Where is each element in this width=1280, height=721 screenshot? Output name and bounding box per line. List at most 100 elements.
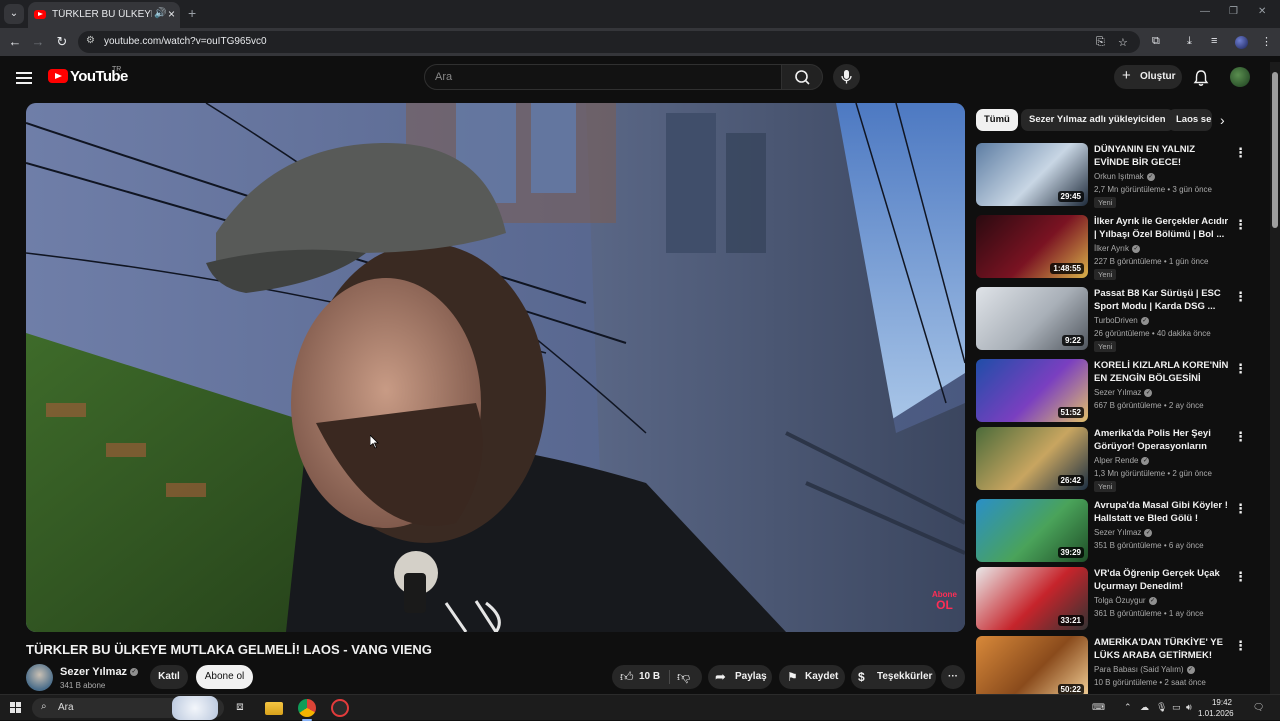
scrollbar-thumb[interactable] — [1272, 72, 1278, 228]
save-button[interactable]: ⚑ Kaydet — [779, 665, 845, 689]
voice-search-button[interactable] — [833, 64, 860, 90]
video-thumbnail[interactable]: 1:48:55 — [976, 215, 1088, 278]
battery-icon[interactable]: ▭ — [1172, 702, 1181, 713]
join-button[interactable]: Katıl — [150, 665, 188, 689]
file-explorer-icon[interactable] — [265, 702, 283, 715]
account-avatar[interactable] — [1230, 67, 1250, 87]
youtube-logo-icon[interactable] — [48, 69, 68, 83]
recommendation-channel[interactable]: Sezer Yılmaz ✓ — [1094, 528, 1153, 537]
recommendation-title[interactable]: Passat B8 Kar Sürüşü | ESC Sport Modu | … — [1094, 287, 1232, 313]
recommendation-channel[interactable]: Alper Rende ✓ — [1094, 456, 1150, 465]
recommendation-channel[interactable]: Sezer Yılmaz ✓ — [1094, 388, 1153, 397]
video-thumbnail[interactable]: 26:42 — [976, 427, 1088, 490]
speaker-icon[interactable]: 🔊 — [154, 8, 166, 19]
recommendation-item[interactable]: 9:22 Passat B8 Kar Sürüşü | ESC Sport Mod… — [976, 287, 1266, 353]
more-vertical-icon[interactable]: ⋮ — [1234, 638, 1247, 654]
close-tab-icon[interactable]: × — [168, 7, 175, 21]
address-bar[interactable]: ⚙ youtube.com/watch?v=ouITG965vc0 ⎘ ☆ — [78, 31, 1140, 53]
more-vertical-icon[interactable]: ⋮ — [1234, 145, 1247, 161]
volume-icon[interactable]: 🔊︎ — [1186, 702, 1192, 713]
profile-avatar[interactable] — [1235, 36, 1248, 49]
close-window-icon[interactable]: ✕ — [1258, 6, 1266, 17]
chip-all[interactable]: Tümü — [976, 109, 1018, 131]
new-tab-button[interactable]: + — [188, 5, 196, 21]
chip-from-uploader[interactable]: Sezer Yılmaz adlı yükleyiciden — [1021, 109, 1174, 131]
browser-tab[interactable]: TÜRKLER BU ÜLKEYE MUTL 🔊 × — [28, 2, 180, 28]
recommendation-channel[interactable]: Para Babası (Said Yalım) ✓ — [1094, 665, 1195, 674]
recommendation-title[interactable]: İlker Ayrık ile Gerçekler Acıdır | Yılba… — [1094, 215, 1232, 241]
more-vertical-icon[interactable]: ⋮ — [1234, 569, 1247, 585]
more-actions-button[interactable]: ··· — [941, 665, 965, 689]
more-vertical-icon[interactable]: ⋮ — [1234, 361, 1247, 377]
share-button[interactable]: ➦ Paylaş — [708, 665, 772, 689]
recommendation-title[interactable]: Avrupa'da Masal Gibi Köyler ! Hallstatt … — [1094, 499, 1232, 525]
recommendation-item[interactable]: 51:52 KORELİ KIZLARLA KORE'NİN EN ZENGİN … — [976, 359, 1266, 425]
notification-center-icon[interactable]: 🗨︎ — [1253, 702, 1264, 713]
more-vertical-icon[interactable]: ⋮ — [1234, 501, 1247, 517]
recommendation-title[interactable]: KORELİ KIZLARLA KORE'NİN EN ZENGİN BÖLGE… — [1094, 359, 1232, 385]
search-input[interactable]: Ara — [424, 64, 782, 90]
recommendation-item[interactable]: 26:42 Amerika'da Polis Her Şeyi Görüyor! … — [976, 427, 1266, 493]
channel-avatar[interactable] — [26, 664, 53, 691]
recommendation-item[interactable]: 39:29 Avrupa'da Masal Gibi Köyler ! Halls… — [976, 499, 1266, 565]
maximize-icon[interactable]: ❐ — [1229, 6, 1238, 17]
browser-menu-icon[interactable]: ⋮ — [1261, 35, 1272, 48]
recommendation-title[interactable]: VR'da Öğrenip Gerçek Uçak Uçurmayı Dened… — [1094, 567, 1232, 593]
mic-tray-icon[interactable]: 🎙︎ — [1156, 702, 1167, 713]
downloads-icon[interactable]: ⤓ — [1187, 35, 1192, 48]
system-clock[interactable]: 19:42 1.01.2026 — [1198, 697, 1234, 719]
taskbar-search[interactable]: ⌕ Ara — [32, 696, 224, 720]
extensions-icon[interactable]: ⧉ — [1152, 35, 1160, 48]
recommendation-item[interactable]: 1:48:55 İlker Ayrık ile Gerçekler Acıdır … — [976, 215, 1266, 281]
notifications-bell-icon[interactable] — [1193, 69, 1209, 87]
video-thumbnail[interactable]: 50:22 — [976, 636, 1088, 699]
channel-name[interactable]: Sezer Yılmaz ✓ — [60, 666, 139, 678]
network-icon[interactable]: ☁ — [1140, 702, 1149, 713]
video-thumbnail[interactable]: 39:29 — [976, 499, 1088, 562]
recommendation-channel[interactable]: İlker Ayrık ✓ — [1094, 244, 1140, 253]
chip-laos[interactable]: Laos se — [1168, 109, 1212, 131]
thumbs-down-icon[interactable]: 👎︎ — [677, 665, 690, 689]
video-thumbnail[interactable]: 33:21 — [976, 567, 1088, 630]
recommendation-title[interactable]: Amerika'da Polis Her Şeyi Görüyor! Opera… — [1094, 427, 1232, 453]
video-thumbnail[interactable]: 9:22 — [976, 287, 1088, 350]
subscribe-button[interactable]: Abone ol — [196, 665, 253, 689]
chip-next-arrow-icon[interactable]: › — [1220, 112, 1225, 128]
thumbs-up-icon[interactable]: 👍︎ — [620, 665, 634, 689]
recommendation-channel[interactable]: Tolga Özuygur ✓ — [1094, 596, 1157, 605]
recommendation-item[interactable]: 29:45 DÜNYANIN EN YALNIZ EVİNDE BİR GECE!… — [976, 143, 1266, 209]
recommendation-title[interactable]: AMERİKA'DAN TÜRKİYE' YE LÜKS ARABA GETİR… — [1094, 636, 1232, 662]
chrome-icon[interactable] — [298, 699, 316, 717]
more-vertical-icon[interactable]: ⋮ — [1234, 429, 1247, 445]
menu-icon[interactable] — [16, 72, 32, 84]
obs-recording-icon[interactable] — [331, 699, 349, 717]
site-info-icon[interactable]: ⚙ — [86, 35, 95, 46]
more-vertical-icon[interactable]: ⋮ — [1234, 217, 1247, 233]
search-button[interactable] — [781, 64, 823, 90]
install-app-icon[interactable]: ⎘ — [1096, 36, 1105, 49]
recommendation-channel[interactable]: TurboDriven ✓ — [1094, 316, 1149, 325]
tray-overflow-icon[interactable]: ⌃ — [1124, 702, 1132, 713]
video-thumbnail[interactable]: 51:52 — [976, 359, 1088, 422]
media-controls-icon[interactable]: ≡ — [1211, 35, 1217, 47]
windows-start-icon[interactable] — [10, 702, 22, 714]
reload-icon[interactable]: ↻ — [53, 34, 71, 50]
tab-search-dropdown[interactable]: ⌄ — [4, 4, 24, 24]
create-button[interactable]: + Oluştur — [1114, 65, 1182, 89]
more-vertical-icon[interactable]: ⋮ — [1234, 289, 1247, 305]
forward-icon[interactable]: → — [29, 34, 47, 49]
subscribe-watermark[interactable]: Abone OL — [932, 591, 957, 612]
keyboard-icon[interactable]: ⌨ — [1092, 702, 1105, 713]
recommendation-title[interactable]: DÜNYANIN EN YALNIZ EVİNDE BİR GECE! — [1094, 143, 1232, 169]
back-icon[interactable]: ← — [6, 34, 24, 49]
minimize-icon[interactable]: — — [1200, 6, 1210, 17]
task-view-icon[interactable]: ⧈ — [231, 699, 249, 717]
recommendation-channel[interactable]: Orkun Işıtmak ✓ — [1094, 172, 1155, 181]
video-player[interactable]: Abone OL — [26, 103, 965, 632]
like-count[interactable]: 10 B — [639, 665, 660, 689]
thanks-button[interactable]: $ Teşekkürler — [851, 665, 936, 689]
recommendation-item[interactable]: 33:21 VR'da Öğrenip Gerçek Uçak Uçurmayı … — [976, 567, 1266, 633]
video-thumbnail[interactable]: 29:45 — [976, 143, 1088, 206]
recommendation-item[interactable]: 50:22 AMERİKA'DAN TÜRKİYE' YE LÜKS ARABA … — [976, 636, 1266, 702]
bookmark-star-icon[interactable]: ☆ — [1118, 36, 1128, 49]
